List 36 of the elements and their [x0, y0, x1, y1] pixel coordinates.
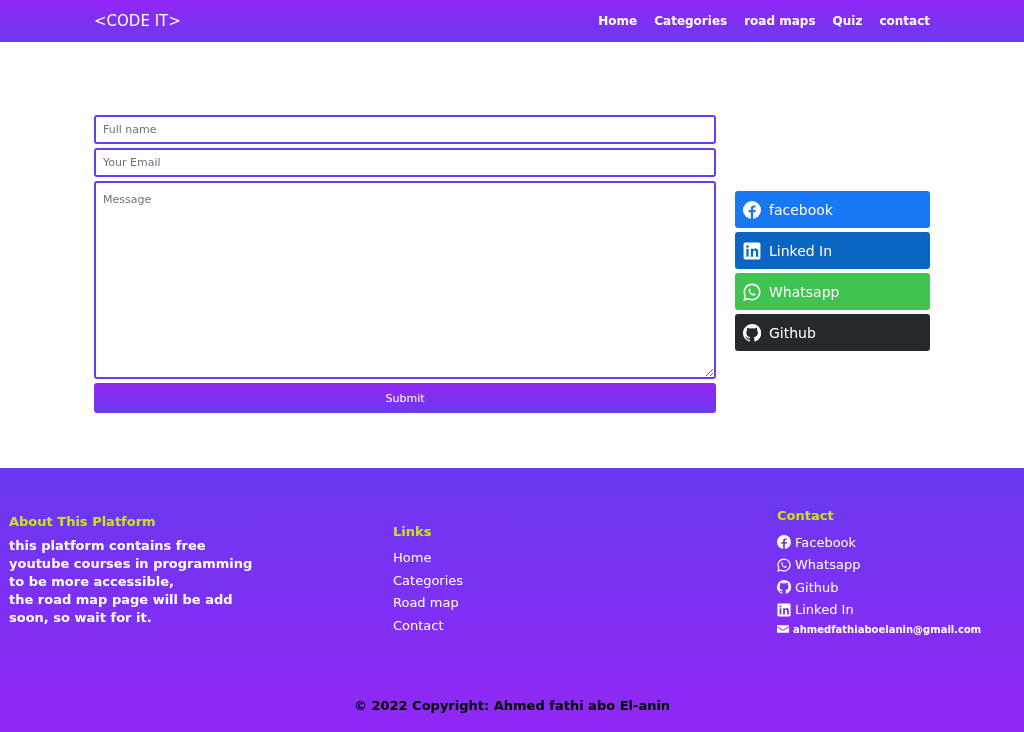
submit-button[interactable]: Submit	[94, 383, 716, 413]
linkedin-icon	[777, 602, 791, 617]
nav-link[interactable]: contact	[879, 14, 930, 28]
nav-link[interactable]: Home	[598, 14, 638, 28]
footer-link[interactable]: Road map	[393, 592, 768, 615]
linkedin-button[interactable]: Linked In	[735, 232, 930, 269]
text-field[interactable]: Full name	[94, 115, 716, 144]
footer-link[interactable]: Categories	[393, 569, 768, 592]
envelope-icon	[777, 623, 789, 635]
email-link[interactable]: ahmedfathiaboelanin@gmail.com	[793, 623, 982, 635]
social-link[interactable]: Github	[795, 579, 839, 595]
github-button[interactable]: Github	[735, 314, 930, 351]
about-text: this platform contains free youtube courses in programming to be more accessible, the road map page will be add soon, so wait for it.	[9, 537, 254, 627]
nav-link[interactable]: Categories	[654, 14, 728, 28]
social-link[interactable]: Linked In	[795, 602, 854, 618]
footer-link[interactable]: Home	[393, 547, 768, 570]
footer-link[interactable]: Contact	[393, 614, 768, 637]
message-field[interactable]: Message	[94, 181, 716, 379]
facebook-icon	[777, 535, 791, 550]
social-link[interactable]: Whatsapp	[795, 557, 861, 573]
nav-link[interactable]: road maps	[744, 14, 816, 28]
footer-heading: Links	[393, 524, 433, 539]
github-icon	[777, 580, 791, 595]
copyright-text: © 2022 Copyright: Ahmed fathi abo El-anin	[352, 698, 672, 713]
nav-link[interactable]: Quiz	[832, 14, 863, 28]
brand-logo[interactable]: <CODE IT>	[94, 12, 181, 30]
facebook-icon	[743, 200, 761, 219]
footer-heading: Contact	[777, 508, 835, 523]
social-link[interactable]: Facebook	[795, 534, 857, 550]
whatsapp-icon	[777, 557, 791, 572]
github-icon	[743, 323, 761, 342]
whatsapp-icon	[743, 282, 761, 301]
facebook-button[interactable]: facebook	[735, 191, 930, 228]
linkedin-icon	[743, 241, 761, 260]
text-field[interactable]: Your Email	[94, 148, 716, 177]
footer-heading: About This Platform	[9, 514, 157, 529]
